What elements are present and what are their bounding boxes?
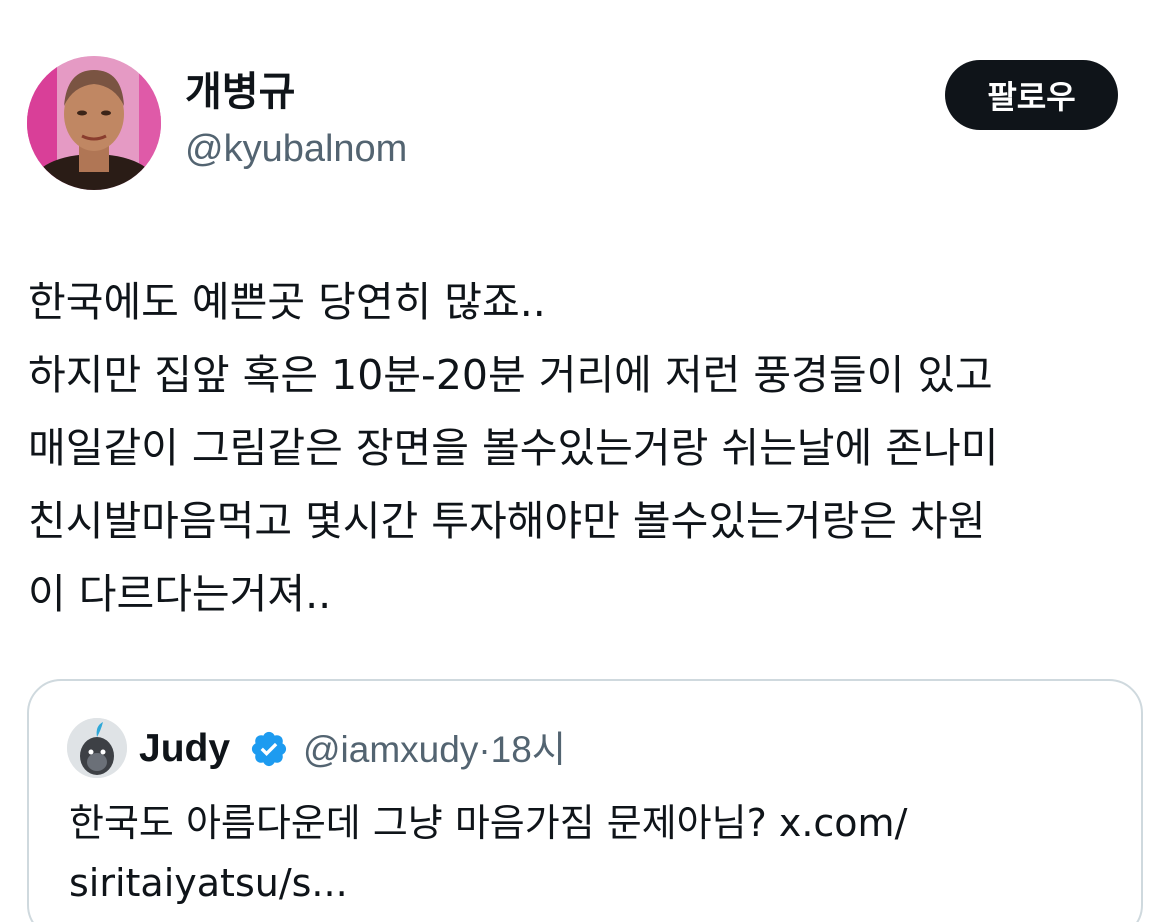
quoted-tweet-text-line: siritaiyatsu/s... xyxy=(69,861,348,905)
tweet-text-line: 이 다르다는거져.. xyxy=(28,570,332,618)
follow-button[interactable]: 팔로우 xyxy=(945,60,1118,130)
tweet-text-line: 친시발마음먹고 몇시간 투자해야만 볼수있는거랑은 차원 xyxy=(28,497,986,545)
quoted-author-avatar[interactable] xyxy=(67,718,127,778)
tweet-text: 한국에도 예쁜곳 당연히 많죠.. 하지만 집앞 혹은 10분-20분 거리에 … xyxy=(28,266,1148,631)
author-display-name[interactable]: 개병규 xyxy=(185,72,295,112)
quoted-tweet-card[interactable]: Judy @iamxudy·18시 한국도 아름다운데 그냥 마음가짐 문제아님… xyxy=(27,679,1143,922)
quoted-tweet-text: 한국도 아름다운데 그냥 마음가짐 문제아님? x.com/ siritaiya… xyxy=(69,793,1109,913)
verified-badge-icon xyxy=(251,731,287,767)
quoted-author-meta: @iamxudy·18시 xyxy=(303,731,566,768)
tweet-text-line: 하지만 집앞 혹은 10분-20분 거리에 저런 풍경들이 있고 xyxy=(28,351,993,399)
meta-separator: · xyxy=(478,729,491,770)
quoted-tweet-text-line: 한국도 아름다운데 그냥 마음가짐 문제아님? x.com/ xyxy=(69,801,908,845)
quoted-author-handle[interactable]: @iamxudy xyxy=(303,729,478,770)
author-avatar[interactable] xyxy=(27,56,161,190)
tweet-text-line: 매일같이 그림같은 장면을 볼수있는거랑 쉬는날에 존나미 xyxy=(28,424,999,472)
tweet-text-line: 한국에도 예쁜곳 당연히 많죠.. xyxy=(28,278,546,326)
quoted-author-name[interactable]: Judy xyxy=(139,729,230,768)
author-handle[interactable]: @kyubalnom xyxy=(185,130,407,168)
quoted-tweet-time[interactable]: 18시 xyxy=(491,729,566,770)
